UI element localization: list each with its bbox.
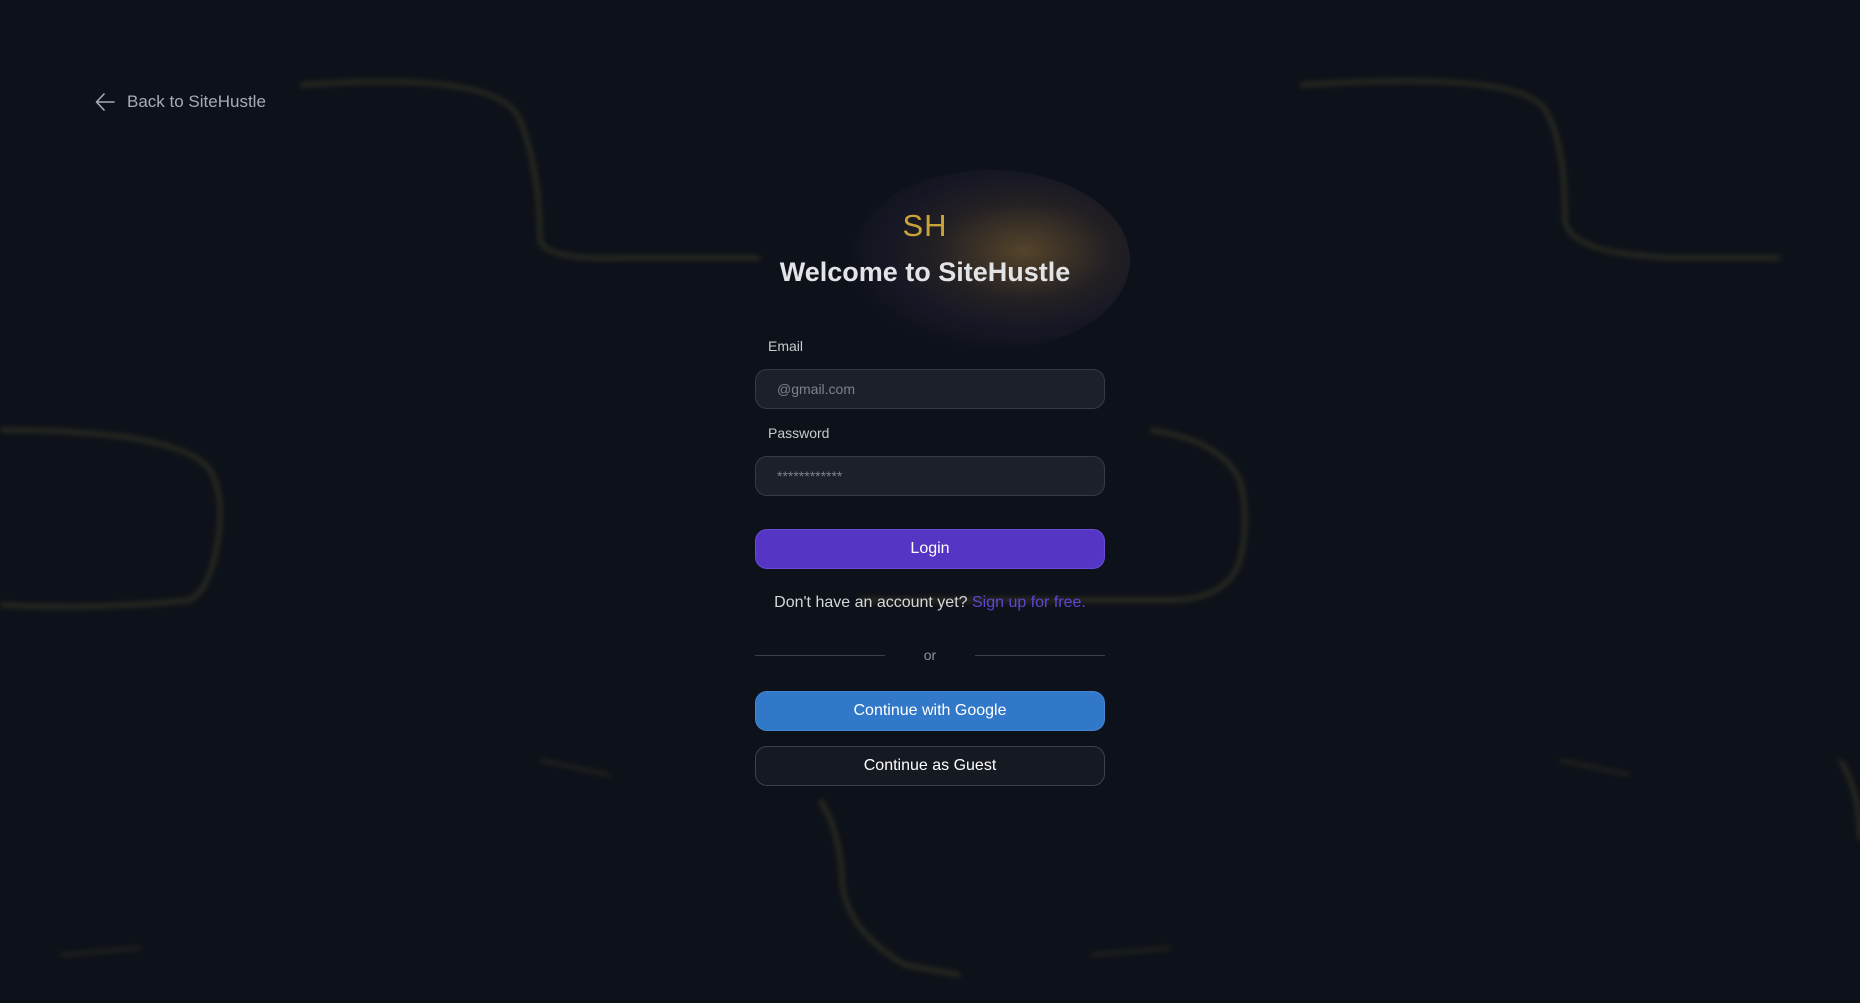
divider-text: or: [923, 647, 937, 663]
login-form: Email Password Login Don't have an accou…: [755, 338, 1105, 786]
signup-prompt: Don't have an account yet? Sign up for f…: [755, 594, 1105, 614]
signup-prompt-text: Don't have an account yet?: [774, 594, 968, 611]
password-label: Password: [768, 425, 830, 441]
back-to-sitehustle-link[interactable]: Back to SiteHustle: [95, 92, 266, 112]
continue-with-google-button[interactable]: Continue with Google: [755, 691, 1105, 731]
arrow-left-icon: [95, 93, 115, 111]
signup-link[interactable]: Sign up for free.: [972, 594, 1086, 611]
back-link-label: Back to SiteHustle: [127, 92, 266, 111]
or-divider: or: [755, 646, 1105, 664]
logo: SH: [902, 208, 948, 243]
page-title: Welcome to SiteHustle: [779, 257, 1071, 287]
email-field[interactable]: [755, 369, 1105, 409]
continue-as-guest-button[interactable]: Continue as Guest: [755, 746, 1105, 786]
divider-line-right: [975, 654, 1105, 656]
divider-line-left: [755, 654, 885, 656]
password-field[interactable]: [755, 456, 1105, 496]
login-button[interactable]: Login: [755, 529, 1105, 569]
email-label: Email: [768, 338, 804, 354]
login-page: Back to SiteHustle SH Welcome to SiteHus…: [0, 0, 1860, 1003]
